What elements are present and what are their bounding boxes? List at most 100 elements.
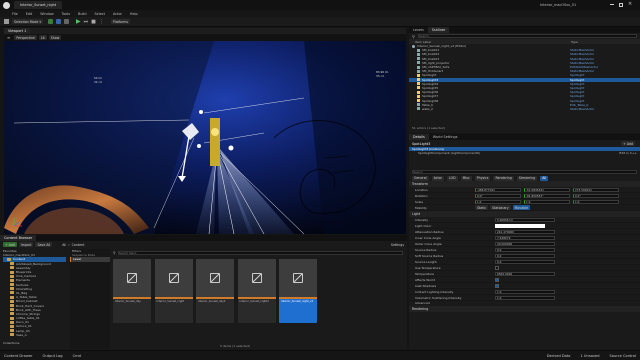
mobility-stationary[interactable]: Stationary [490,205,511,211]
more-options-icon[interactable]: ⋮ [99,19,104,25]
light-color-swatch[interactable] [495,224,545,228]
mobility-movable[interactable]: Movable [512,205,531,211]
light-prop-value[interactable]: 7.948079 [495,235,555,240]
breadcrumb-content[interactable]: Content [72,243,85,247]
filter-tab-lod[interactable]: LOD [446,175,458,181]
transform-field[interactable]: 1.0 [573,199,619,204]
menu-file[interactable]: File [8,10,22,17]
light-prop-value[interactable]: 0.0 [495,253,555,258]
minimize-icon[interactable] [610,4,614,5]
output-log-button[interactable]: Output Log [43,354,63,358]
import-button[interactable]: Import [18,242,34,247]
save-icon[interactable] [4,19,9,24]
cmd-input[interactable]: Cmd [73,354,81,358]
checkbox[interactable] [495,266,499,270]
folder-icon [10,291,14,295]
light-prop-value[interactable]: 241.470000 [495,229,555,234]
menu-tools[interactable]: Tools [58,10,74,17]
breadcrumb-all[interactable]: All [62,243,66,247]
asset-tile[interactable]: Interior_Sunset_night2 [237,259,276,323]
outliner-search-input[interactable] [417,34,637,38]
menu-help[interactable]: Help [126,10,142,17]
tab-details[interactable]: Details [409,134,429,140]
show-button[interactable]: Show [48,35,62,40]
document-tab[interactable]: Interior_Sunset_night [14,1,63,9]
transform-field[interactable]: 1.0 [524,199,570,204]
transform-field[interactable]: 0.0° [475,193,521,198]
light-prop-value[interactable]: 0.0 [495,259,555,264]
collections-header[interactable]: Collections [3,341,19,345]
save-all-button[interactable]: Save All [35,242,53,247]
checkbox[interactable] [495,284,499,288]
filter-tab-rendering[interactable]: Rendering [493,175,514,181]
details-search-input[interactable] [412,170,637,175]
tab-levels[interactable]: Levels [409,27,428,33]
menu-edit[interactable]: Edit [22,10,37,17]
menu-window[interactable]: Window [36,10,57,17]
close-icon[interactable]: × [628,2,632,7]
perspective-button[interactable]: Perspective [14,35,37,40]
filter-tab-streaming[interactable]: Streaming [516,175,538,181]
filter-tab-misc[interactable]: Misc [460,175,472,181]
filter-icon[interactable]: ⚲ [412,34,415,39]
menu-actor[interactable]: Actor [109,10,126,17]
menu-select[interactable]: Select [91,10,109,17]
asset-tile[interactable]: Interior_Sunset_night_v2 [279,259,317,323]
source-control-button[interactable]: Source Control [610,354,636,358]
filter-tab-general[interactable]: General [412,175,429,181]
lit-button[interactable]: Lit [38,35,47,40]
folder-item[interactable]: Vase_A [3,333,66,337]
selection-mode-dropdown[interactable]: Selection Mode ▾ [12,19,44,24]
rendering-section[interactable]: Rendering [409,305,640,312]
add-component-button[interactable]: + Add [621,141,635,146]
stop-icon[interactable]: ■ [91,19,96,25]
step-icon[interactable]: ⏭ [84,19,89,25]
col-item-label[interactable]: Item Label [415,40,571,44]
light-annotation-left: 54 lm 32 cd [94,76,102,84]
filter-level[interactable]: Level [70,257,110,262]
asset-tile[interactable]: Interior_Sunset_day [113,259,151,323]
tab-content-browser[interactable]: Content Browser [0,235,37,241]
hamburger-icon[interactable]: ≡ [7,35,10,40]
platforms-dropdown[interactable]: Platforms [110,19,130,24]
add-button[interactable]: + Add [3,242,17,247]
tab-world-settings[interactable]: World Settings [429,134,462,140]
level-viewport[interactable]: Viewport 1 ≡ Perspective Lit Show 54 lm … [4,28,406,234]
actor-name[interactable]: SpotLight3 [412,142,430,146]
transform-field[interactable]: -81.850567° [524,193,570,198]
transform-field[interactable]: 0.0° [573,193,619,198]
light-prop-value[interactable]: 6500.0000 [495,271,555,276]
transform-field[interactable]: 273.500011 [573,187,619,192]
light-prop-value[interactable]: 1.0 [495,289,555,294]
outliner-row[interactable]: walls_2 StaticMeshActor [409,107,640,111]
transform-field[interactable]: -488.877021 [475,187,521,192]
checkbox[interactable] [495,278,499,282]
unsaved-indicator[interactable]: 1 Unsaved [580,354,599,358]
filter-tab-actor[interactable]: Actor [431,175,444,181]
filter-icon[interactable]: ⚲ [113,251,116,255]
light-prop-value[interactable]: 5.00056 lm [495,217,555,222]
filter-tab-all[interactable]: All [540,175,549,181]
filter-tab-physics[interactable]: Physics [474,175,491,181]
derived-data-button[interactable]: Derived Data [547,354,571,358]
transform-field[interactable]: 1.0 [475,199,521,204]
transform-field[interactable]: -51.0845441 [524,187,570,192]
play-icon[interactable]: ▶ [76,18,81,25]
edit-in-cpp-link[interactable]: Edit in C++ [619,151,637,155]
light-prop-value[interactable]: 1.0 [495,295,555,300]
light-prop-value[interactable]: 0.0 [495,247,555,252]
menu-build[interactable]: Build [74,10,91,17]
asset-tile[interactable]: Interior_Sunset_night [154,259,193,323]
maximize-icon[interactable] [619,2,623,7]
settings-button[interactable]: Settings [391,243,404,247]
asset-tile[interactable]: Interior_Sunset_day2 [196,259,234,323]
blueprint-icon[interactable] [56,19,62,24]
light-prop-value[interactable]: 20.000000 [495,241,555,246]
cinematics-icon[interactable] [64,19,70,24]
add-actor-icon[interactable] [48,19,54,24]
tab-outliner[interactable]: Outliner [427,27,450,33]
col-type[interactable]: Type [571,40,578,44]
asset-search-input[interactable] [117,250,403,255]
content-drawer-button[interactable]: Content Drawer [4,354,33,358]
mobility-static[interactable]: Static [475,205,489,211]
